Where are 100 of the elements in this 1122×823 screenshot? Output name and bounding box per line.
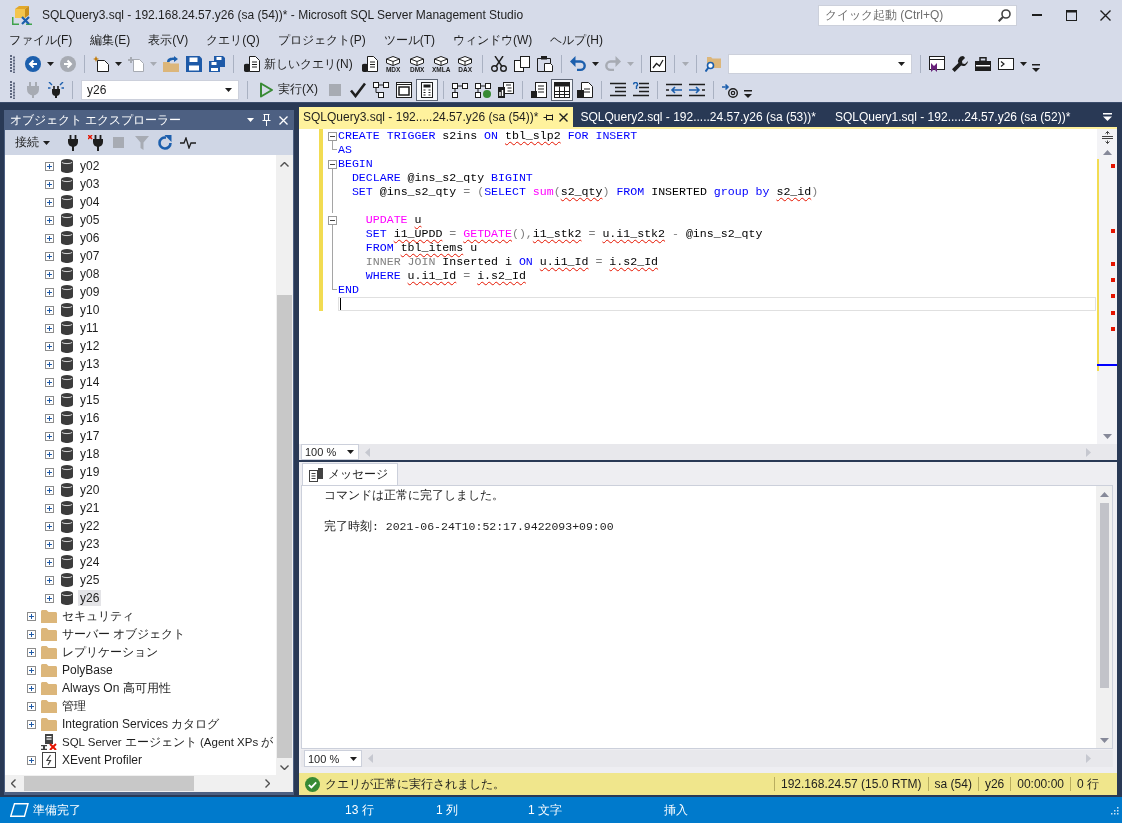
- expand-icon[interactable]: [27, 665, 36, 675]
- document-tab[interactable]: SQLQuery2.sql - 192.....24.57.y26 (sa (53))*: [575, 107, 828, 127]
- open-folder-button[interactable]: [160, 53, 182, 75]
- expand-icon[interactable]: [45, 395, 54, 405]
- expand-icon[interactable]: [45, 557, 54, 567]
- connect-button[interactable]: 接続: [11, 132, 54, 153]
- execute-button[interactable]: 実行(X): [253, 78, 323, 101]
- tree-item[interactable]: y05: [78, 212, 102, 228]
- tree-item[interactable]: PolyBase: [60, 662, 115, 678]
- tree-item[interactable]: y20: [78, 482, 102, 498]
- messages-tab[interactable]: メッセージ: [302, 463, 398, 485]
- tree-item[interactable]: XEvent Profiler: [60, 752, 145, 768]
- expand-icon[interactable]: [27, 701, 36, 711]
- menu-item[interactable]: クエリ(Q): [197, 31, 269, 50]
- tree-item[interactable]: y10: [78, 302, 102, 318]
- split-icon[interactable]: [1101, 130, 1113, 144]
- tree-item[interactable]: y16: [78, 410, 102, 426]
- menu-item[interactable]: プロジェクト(P): [268, 31, 375, 50]
- expand-icon[interactable]: [45, 161, 54, 171]
- tree-item[interactable]: y04: [78, 194, 102, 210]
- scroll-down-icon[interactable]: [280, 764, 289, 770]
- tree-item[interactable]: y12: [78, 338, 102, 354]
- scroll-up-icon[interactable]: [280, 161, 289, 167]
- tree-item[interactable]: y07: [78, 248, 102, 264]
- tree-item[interactable]: セキュリティ: [60, 608, 136, 624]
- save-button[interactable]: [183, 53, 205, 75]
- expand-icon[interactable]: [27, 629, 36, 639]
- scrollbar-thumb[interactable]: [1099, 503, 1109, 688]
- tree-item[interactable]: y09: [78, 284, 102, 300]
- expand-icon[interactable]: [45, 575, 54, 585]
- tree-item[interactable]: y23: [78, 536, 102, 552]
- scroll-up-icon[interactable]: [1099, 491, 1109, 497]
- close-icon[interactable]: [559, 112, 569, 122]
- tree-item[interactable]: y19: [78, 464, 102, 480]
- expand-icon[interactable]: [45, 269, 54, 279]
- tree-item[interactable]: y06: [78, 230, 102, 246]
- tree-item[interactable]: レプリケーション: [60, 644, 160, 660]
- expand-icon[interactable]: [27, 719, 36, 729]
- expand-icon[interactable]: [45, 449, 54, 459]
- tree-item[interactable]: y22: [78, 518, 102, 534]
- menu-item[interactable]: ファイル(F): [0, 31, 82, 50]
- zoom-combo[interactable]: 100 %: [304, 750, 362, 767]
- scroll-left-icon[interactable]: [11, 779, 16, 788]
- zoom-combo[interactable]: 100 %: [301, 444, 359, 460]
- quick-launch-field[interactable]: クイック起動 (Ctrl+Q): [818, 4, 1017, 26]
- expand-icon[interactable]: [45, 233, 54, 243]
- save-all-button[interactable]: [206, 53, 228, 75]
- scrollbar-thumb[interactable]: [24, 776, 194, 791]
- document-tab[interactable]: SQLQuery1.sql - 192.....24.57.y26 (sa (52))*: [829, 107, 1083, 127]
- calculator-button[interactable]: [416, 78, 438, 101]
- expand-icon[interactable]: [45, 539, 54, 549]
- menu-item[interactable]: ツール(T): [374, 31, 444, 50]
- expand-icon[interactable]: [45, 251, 54, 261]
- scroll-down-icon[interactable]: [1102, 434, 1112, 439]
- expand-icon[interactable]: [27, 647, 36, 657]
- tree-item[interactable]: y08: [78, 266, 102, 282]
- disconnect-button[interactable]: [85, 132, 106, 153]
- tree-item[interactable]: y11: [78, 320, 101, 336]
- tree-item[interactable]: y13: [78, 356, 102, 372]
- scroll-down-icon[interactable]: [1099, 737, 1109, 743]
- scroll-right-icon[interactable]: [265, 779, 270, 788]
- vertical-scrollbar[interactable]: [276, 155, 293, 775]
- document-tab[interactable]: SQLQuery3.sql - 192.....24.57.y26 (sa (54))*: [299, 107, 574, 127]
- expand-icon[interactable]: [45, 287, 54, 297]
- expand-icon[interactable]: [45, 359, 54, 369]
- scroll-up-icon[interactable]: [1102, 149, 1112, 155]
- pin-icon[interactable]: [543, 112, 555, 122]
- expand-icon[interactable]: [27, 611, 36, 621]
- expand-icon[interactable]: [45, 485, 54, 495]
- menu-item[interactable]: ウィンドウ(W): [444, 31, 542, 50]
- menu-item[interactable]: 編集(E): [81, 31, 140, 50]
- tree-item[interactable]: y15: [78, 392, 102, 408]
- pin-icon[interactable]: [262, 114, 271, 126]
- expand-icon[interactable]: [27, 755, 36, 765]
- dropdown-icon[interactable]: [247, 118, 254, 122]
- expand-icon[interactable]: [45, 341, 54, 351]
- expand-icon[interactable]: [45, 593, 54, 603]
- tree-item[interactable]: y18: [78, 446, 102, 462]
- expand-icon[interactable]: [45, 377, 54, 387]
- vertical-scrollbar[interactable]: [1097, 129, 1117, 444]
- tree-item[interactable]: Always On 高可用性: [60, 680, 173, 696]
- expand-icon[interactable]: [45, 215, 54, 225]
- grip-icon[interactable]: [10, 55, 15, 73]
- tree-item[interactable]: 管理: [60, 698, 88, 714]
- vertical-scrollbar[interactable]: [1096, 486, 1112, 748]
- grid-results-button[interactable]: [551, 78, 573, 101]
- grip-icon[interactable]: [10, 80, 15, 99]
- expand-icon[interactable]: [45, 197, 54, 207]
- tree-item[interactable]: y02: [78, 158, 102, 174]
- expand-icon[interactable]: [45, 503, 54, 513]
- fold-collapse-icon[interactable]: [328, 159, 337, 169]
- tree-item[interactable]: y17: [78, 428, 102, 444]
- resize-grip-icon[interactable]: [1110, 805, 1119, 815]
- expand-icon[interactable]: [27, 683, 36, 693]
- tree-item[interactable]: y14: [78, 374, 102, 390]
- tree-item[interactable]: サーバー オブジェクト: [60, 626, 188, 642]
- tree-item[interactable]: y25: [78, 572, 102, 588]
- expand-icon[interactable]: [45, 323, 54, 333]
- tree-item[interactable]: y21: [78, 500, 102, 516]
- fold-collapse-icon[interactable]: [328, 131, 337, 141]
